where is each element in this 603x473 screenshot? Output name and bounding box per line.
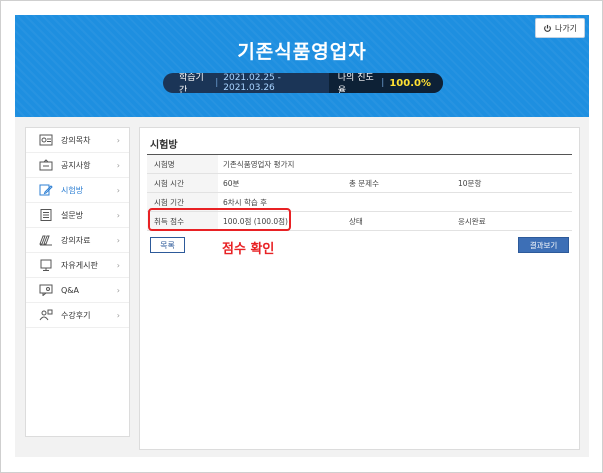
score-highlight-box: [148, 208, 291, 231]
view-result-button[interactable]: 결과보기: [518, 237, 569, 253]
status-value: 응시완료: [458, 216, 486, 226]
chevron-right-icon: ›: [116, 211, 120, 220]
chevron-right-icon: ›: [116, 311, 120, 320]
survey-icon: [39, 209, 53, 221]
sidebar-item-lecture-list[interactable]: 강의목차 ›: [26, 128, 129, 153]
study-period-label: 학습기간: [179, 73, 204, 93]
exam-time-value: 60분: [223, 178, 240, 188]
status-label: 상태: [349, 216, 363, 226]
table-row: 시험명 기존식품영업자 평가지: [147, 155, 572, 174]
sidebar-item-label: 자유게시판: [61, 260, 98, 270]
total-questions-label: 총 문제수: [349, 178, 379, 188]
list-button[interactable]: 목록: [150, 237, 185, 253]
study-period-value: 2021.02.25 - 2021.03.26: [223, 73, 281, 93]
sidebar-item-free-board[interactable]: 자유게시판 ›: [26, 253, 129, 278]
sidebar-item-label: 강의목차: [61, 135, 91, 145]
sidebar-item-label: 강의자료: [61, 235, 91, 245]
table-row: 시험 시간 60분 총 문제수 10문항: [147, 174, 572, 193]
sidebar-item-review[interactable]: 수강후기 ›: [26, 303, 129, 328]
score-check-annotation: 점수 확인: [222, 242, 275, 257]
sidebar-menu: 강의목차 › 공지사항 › 시험방 › 설문방 › 강의자료 › 자유게시판 ›…: [25, 127, 130, 437]
sidebar-item-qa[interactable]: Q&A ›: [26, 278, 129, 303]
sidebar-item-survey[interactable]: 설문방 ›: [26, 203, 129, 228]
study-progress-bar: 학습기간 | 2021.02.25 - 2021.03.26 나의 진도율 | …: [163, 73, 443, 93]
chevron-right-icon: ›: [116, 286, 120, 295]
divider: |: [381, 78, 385, 88]
chevron-right-icon: ›: [116, 236, 120, 245]
exit-button[interactable]: 나가기: [535, 18, 585, 38]
progress-label: 나의 진도율: [337, 73, 374, 93]
total-questions-value: 10문항: [458, 178, 482, 188]
sidebar-item-label: 공지사항: [61, 160, 91, 170]
chevron-right-icon: ›: [116, 186, 120, 195]
sidebar-item-notice[interactable]: 공지사항 ›: [26, 153, 129, 178]
sidebar-item-label: Q&A: [61, 285, 80, 295]
review-icon: [39, 309, 53, 321]
sidebar-item-materials[interactable]: 강의자료 ›: [26, 228, 129, 253]
exam-name-value: 기존식품영업자 평가지: [223, 159, 295, 169]
book-list-icon: [39, 134, 53, 146]
course-header: 나가기 기존식품영업자 학습기간 | 2021.02.25 - 2021.03.…: [15, 15, 589, 117]
exit-label: 나가기: [554, 23, 578, 33]
sidebar-item-label: 시험방: [61, 185, 84, 195]
exam-time-label: 시험 시간: [147, 174, 218, 192]
notice-icon: [39, 159, 53, 171]
progress-value: 100.0%: [389, 77, 431, 89]
sidebar-item-label: 수강후기: [61, 310, 91, 320]
divider: |: [215, 78, 219, 88]
chevron-right-icon: ›: [116, 136, 120, 145]
page-title: 시험방: [150, 140, 178, 151]
board-icon: [39, 259, 53, 271]
qa-icon: [39, 284, 53, 296]
exam-period-value: 6차시 학습 후: [223, 197, 268, 207]
exam-edit-icon: [39, 184, 53, 196]
power-icon: [544, 24, 551, 32]
chevron-right-icon: ›: [116, 161, 120, 170]
progress-rate: 나의 진도율 | 100.0%: [328, 73, 443, 93]
folder-icon: [39, 234, 53, 246]
sidebar-item-exam[interactable]: 시험방 ›: [26, 178, 129, 203]
sidebar-item-label: 설문방: [61, 210, 84, 220]
course-title: 기존식품영업자: [237, 41, 367, 63]
chevron-right-icon: ›: [116, 261, 120, 270]
exam-name-label: 시험명: [147, 155, 218, 173]
exam-panel: 시험방 시험명 기존식품영업자 평가지 시험 시간 60분 총 문제수 10문항…: [139, 127, 580, 450]
